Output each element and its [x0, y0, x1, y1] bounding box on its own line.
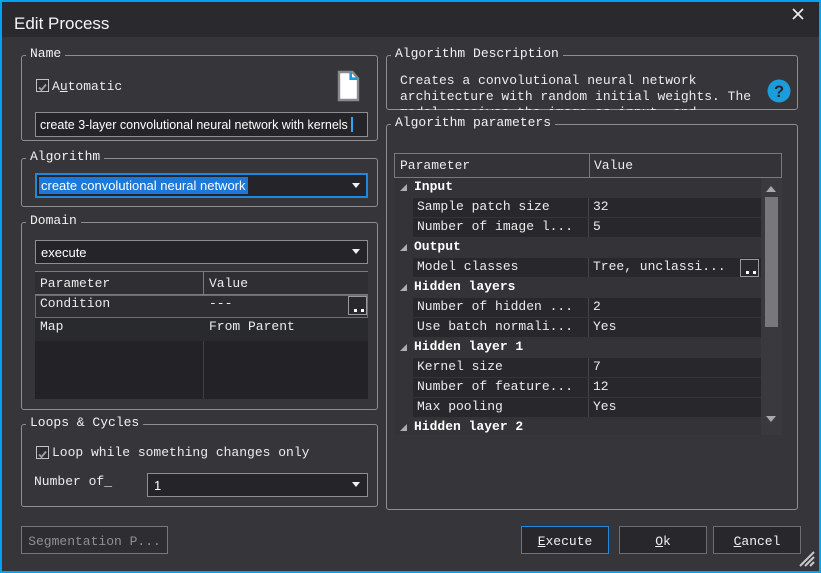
svg-text:?: ? — [774, 83, 784, 101]
